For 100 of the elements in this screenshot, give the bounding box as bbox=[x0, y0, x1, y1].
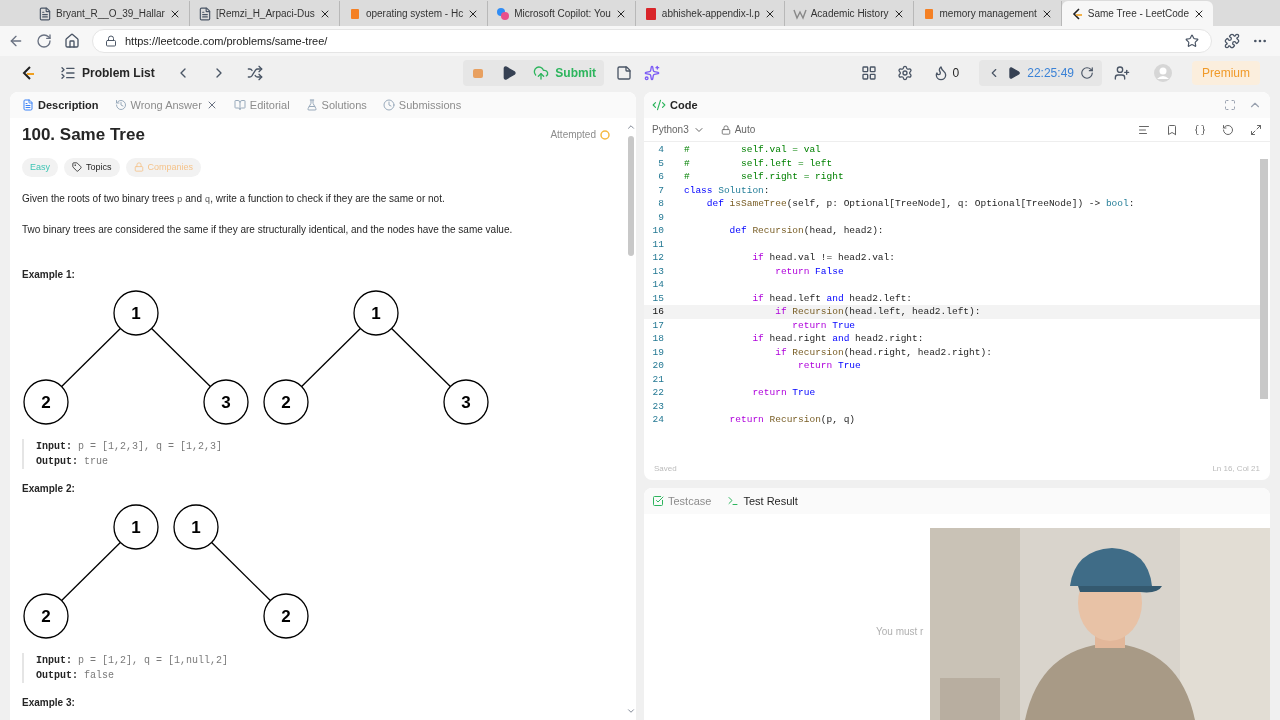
line-number: 17 bbox=[651, 318, 665, 332]
example-heading: Example 1: bbox=[22, 267, 76, 282]
code-line: return True bbox=[797, 359, 861, 373]
binary-tree-drawing: 1 2 1 2 bbox=[22, 503, 492, 641]
code-line: if head.right and head2.right: bbox=[751, 332, 924, 346]
refresh-icon[interactable] bbox=[36, 33, 52, 49]
mode-toggle[interactable]: Auto bbox=[720, 122, 756, 137]
line-number: 5 bbox=[657, 156, 665, 170]
line-number: 23 bbox=[651, 399, 665, 413]
code-line: if head.left and head2.left: bbox=[751, 291, 913, 305]
document-icon bbox=[197, 6, 212, 21]
line-number: 19 bbox=[651, 345, 665, 359]
line-number: 13 bbox=[651, 264, 665, 278]
extensions-icon[interactable] bbox=[1224, 33, 1240, 49]
tab-icon bbox=[22, 99, 34, 111]
input-text: Input: p = [1,2,3], q = [1,2,3] bbox=[36, 439, 224, 454]
add-user-icon[interactable] bbox=[1114, 65, 1130, 81]
code-line: return Recursion(p, q) bbox=[728, 413, 856, 427]
problem-list-button[interactable]: Problem List bbox=[60, 64, 155, 82]
shuffle-icon[interactable] bbox=[246, 65, 263, 81]
panel-tab[interactable]: Test Result bbox=[727, 492, 798, 510]
status-text: Attempted bbox=[550, 128, 596, 143]
expand-icon[interactable] bbox=[1250, 123, 1262, 136]
scrollbar-thumb[interactable] bbox=[628, 136, 634, 256]
lock-icon bbox=[133, 162, 144, 173]
line-number: 18 bbox=[651, 332, 665, 346]
scrollbar-thumb[interactable] bbox=[1260, 159, 1268, 399]
line-number: 20 bbox=[651, 359, 665, 373]
code-line: # self.right = right bbox=[683, 170, 844, 184]
output-text: Output: false bbox=[36, 668, 116, 683]
line-number: 16 bbox=[651, 305, 665, 319]
favorite-icon[interactable] bbox=[1185, 34, 1199, 48]
layout-icon[interactable] bbox=[860, 65, 877, 81]
line-number: 11 bbox=[651, 237, 665, 251]
line-number: 24 bbox=[651, 413, 665, 427]
code-line: return True bbox=[791, 318, 856, 332]
panel-tab[interactable]: Description bbox=[22, 96, 99, 114]
topics-tag[interactable]: Topics bbox=[64, 157, 120, 177]
problem-title: 100. Same Tree bbox=[22, 124, 145, 146]
lock-icon bbox=[720, 124, 731, 135]
settings-icon[interactable] bbox=[896, 65, 913, 81]
browser-tab[interactable]: Same Tree - LeetCode bbox=[1061, 1, 1213, 26]
line-number: 12 bbox=[651, 251, 665, 265]
line-number: 9 bbox=[657, 210, 665, 224]
note-icon[interactable] bbox=[615, 65, 632, 81]
code-line: class Solution: bbox=[683, 183, 770, 197]
tab-title: Same Tree - LeetCode bbox=[1087, 7, 1189, 21]
document-icon bbox=[38, 6, 52, 21]
upload-icon bbox=[533, 65, 550, 81]
code-line: return True bbox=[751, 386, 816, 400]
code-line: return False bbox=[774, 264, 844, 278]
attempted-icon bbox=[600, 129, 610, 140]
tab-icon bbox=[233, 99, 246, 111]
lock-icon bbox=[105, 35, 117, 47]
tab-icon bbox=[305, 99, 318, 111]
tab-title: Academic History bbox=[810, 7, 889, 21]
streak-count: 0 bbox=[952, 65, 960, 82]
line-number: 6 bbox=[657, 170, 665, 184]
tab-title: memory management bbox=[939, 7, 1037, 21]
line-number: 22 bbox=[651, 386, 665, 400]
back-icon[interactable] bbox=[8, 33, 24, 49]
code-line: def isSameTree(self, p: Optional[TreeNode], q: Optional[TreeNode]) -> bool: bbox=[705, 197, 1135, 211]
language-select[interactable]: Python3 bbox=[652, 122, 705, 137]
timer-text: 22:25:49 bbox=[1027, 65, 1074, 82]
braces-icon[interactable] bbox=[1194, 123, 1206, 136]
line-number: 14 bbox=[651, 278, 665, 292]
hint-text: You must r bbox=[876, 626, 924, 637]
line-number: 21 bbox=[651, 372, 665, 386]
line-number: 8 bbox=[657, 197, 665, 211]
line-number: 15 bbox=[651, 291, 665, 305]
example-heading: Example 2: bbox=[22, 481, 76, 496]
tab-title: Bryant_R__O_39_Hallar bbox=[56, 7, 165, 21]
tab-icon bbox=[382, 99, 395, 111]
checkbox-icon bbox=[652, 495, 664, 507]
url-text: https://leetcode.com/problems/same-tree/ bbox=[125, 33, 328, 49]
code-icon bbox=[652, 98, 666, 112]
code-line: if Recursion(head.left, head2.left): bbox=[774, 305, 981, 319]
code-line: if Recursion(head.right, head2.right): bbox=[774, 345, 992, 359]
code-line: # self.val = val bbox=[683, 143, 821, 157]
tab-icon bbox=[114, 99, 127, 111]
timer-play-icon[interactable] bbox=[1007, 66, 1022, 80]
reset-icon[interactable] bbox=[1222, 123, 1234, 136]
save-status: Saved bbox=[654, 463, 677, 475]
home-icon[interactable] bbox=[64, 33, 80, 49]
bookmark-icon[interactable] bbox=[1166, 123, 1178, 136]
reset-icon[interactable] bbox=[1080, 66, 1094, 80]
tab-title: Microsoft Copilot: You bbox=[514, 7, 611, 21]
binary-tree-drawing: 1 2 3 1 2 3 bbox=[22, 289, 492, 427]
line-number: 10 bbox=[651, 224, 665, 238]
tab-title: abhishek-appendix-l.p bbox=[661, 7, 760, 21]
format-icon[interactable] bbox=[1138, 123, 1150, 136]
list-icon bbox=[60, 65, 76, 81]
tab-title: operating system - Hc bbox=[365, 7, 464, 21]
code-line: # self.left = left bbox=[683, 156, 833, 170]
panel-title: Code bbox=[670, 97, 698, 113]
sparkle-icon[interactable] bbox=[643, 65, 660, 81]
address-bar[interactable]: https://leetcode.com/problems/same-tree/ bbox=[92, 29, 1212, 53]
run-icon[interactable] bbox=[501, 65, 518, 81]
example-heading: Example 3: bbox=[22, 695, 76, 710]
line-number: 4 bbox=[657, 143, 665, 157]
